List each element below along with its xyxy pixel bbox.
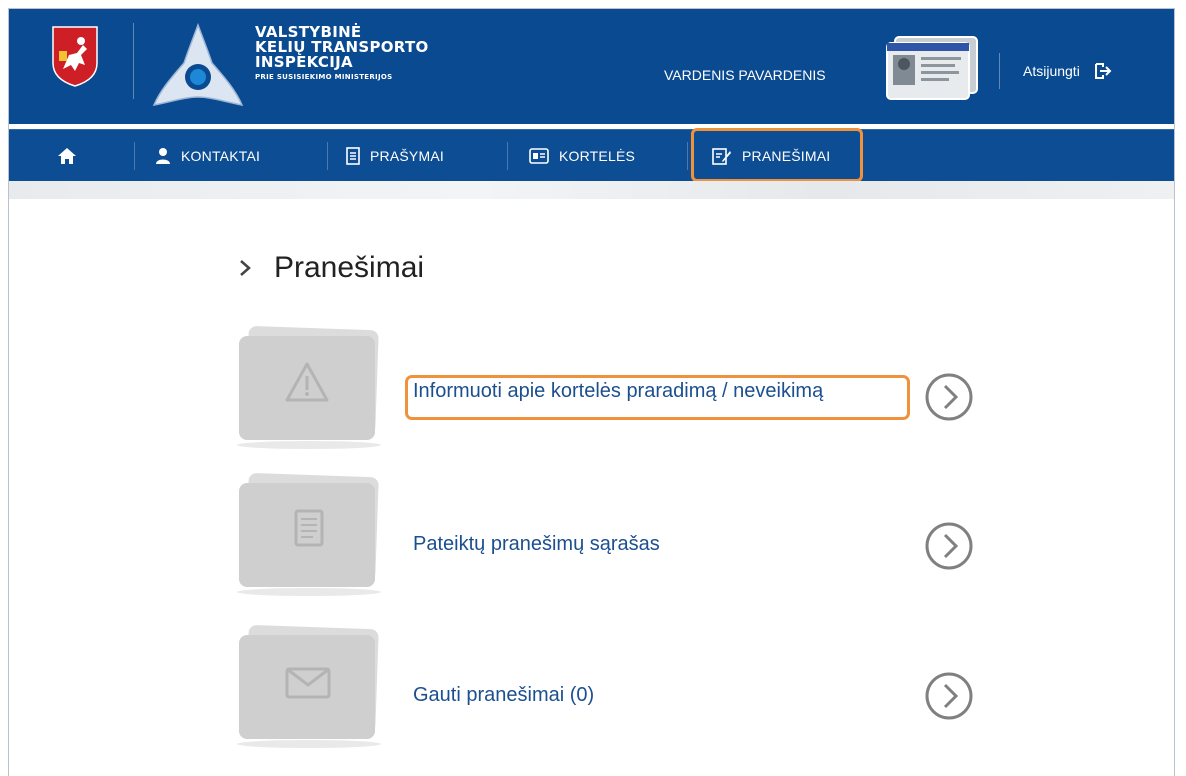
nav-home[interactable]: [57, 130, 77, 182]
nav-label: KORTELĖS: [559, 148, 636, 164]
header-divider: [999, 53, 1000, 89]
circle-arrow-right-icon[interactable]: [924, 521, 974, 571]
page-title: Pranešimai: [238, 251, 424, 285]
nav-label: KONTAKTAI: [181, 148, 261, 164]
card-stack-warning-icon: [237, 326, 381, 449]
menu-row-received[interactable]: Gauti pranešimai (0): [229, 623, 989, 753]
main-navigation: KONTAKTAI PRAŠYMAI KORTELĖS PRANEŠIMAI: [9, 129, 1174, 182]
nav-label: PRAŠYMAI: [370, 148, 444, 164]
row-link[interactable]: Gauti pranešimai (0): [413, 684, 594, 707]
organization-name: VALSTYBINĖ KELIŲ TRANSPORTO INSPEKCIJA P…: [255, 25, 429, 82]
id-card-icon: [529, 148, 549, 164]
logout-button[interactable]: Atsijungti: [1023, 63, 1112, 79]
nav-divider: [327, 142, 328, 170]
nav-item-prasymai[interactable]: PRAŠYMAI: [346, 130, 444, 182]
logout-label: Atsijungti: [1023, 63, 1080, 79]
nav-divider: [507, 142, 508, 170]
org-line-3: INSPEKCIJA: [255, 53, 353, 71]
page-title-text: Pranešimai: [274, 251, 425, 284]
person-icon: [156, 148, 170, 164]
card-stack-envelope-icon: [237, 625, 381, 748]
card-stack-list-icon: [237, 473, 381, 596]
driver-license-card-icon[interactable]: [881, 33, 981, 101]
header-divider: [133, 23, 134, 99]
nav-active-highlight: [691, 128, 863, 182]
coat-of-arms-icon: [52, 26, 98, 87]
org-subtitle: PRIE SUSISIEKIMO MINISTERIJOS: [255, 73, 393, 81]
row-link[interactable]: Pateiktų pranešimų sąrašas: [413, 533, 660, 556]
circle-arrow-right-icon[interactable]: [924, 372, 974, 422]
user-name: VARDENIS PAVARDENIS: [664, 67, 826, 83]
menu-row-submitted-list[interactable]: Pateiktų pranešimų sąrašas: [229, 471, 989, 601]
vkti-logo-icon: [152, 22, 244, 107]
map-background-strip: [9, 181, 1174, 199]
chevron-right-icon: [240, 260, 251, 276]
app-frame: VALSTYBINĖ KELIŲ TRANSPORTO INSPEKCIJA P…: [8, 8, 1175, 776]
nav-item-kontaktai[interactable]: KONTAKTAI: [155, 130, 260, 182]
nav-item-korteles[interactable]: KORTELĖS: [529, 130, 635, 182]
nav-divider: [687, 142, 688, 170]
nav-divider: [134, 142, 135, 170]
row-highlight: [405, 375, 910, 420]
header: VALSTYBINĖ KELIŲ TRANSPORTO INSPEKCIJA P…: [9, 9, 1174, 124]
logout-icon: [1094, 63, 1112, 79]
document-icon: [346, 147, 360, 165]
home-icon: [58, 148, 76, 164]
circle-arrow-right-icon[interactable]: [924, 671, 974, 721]
